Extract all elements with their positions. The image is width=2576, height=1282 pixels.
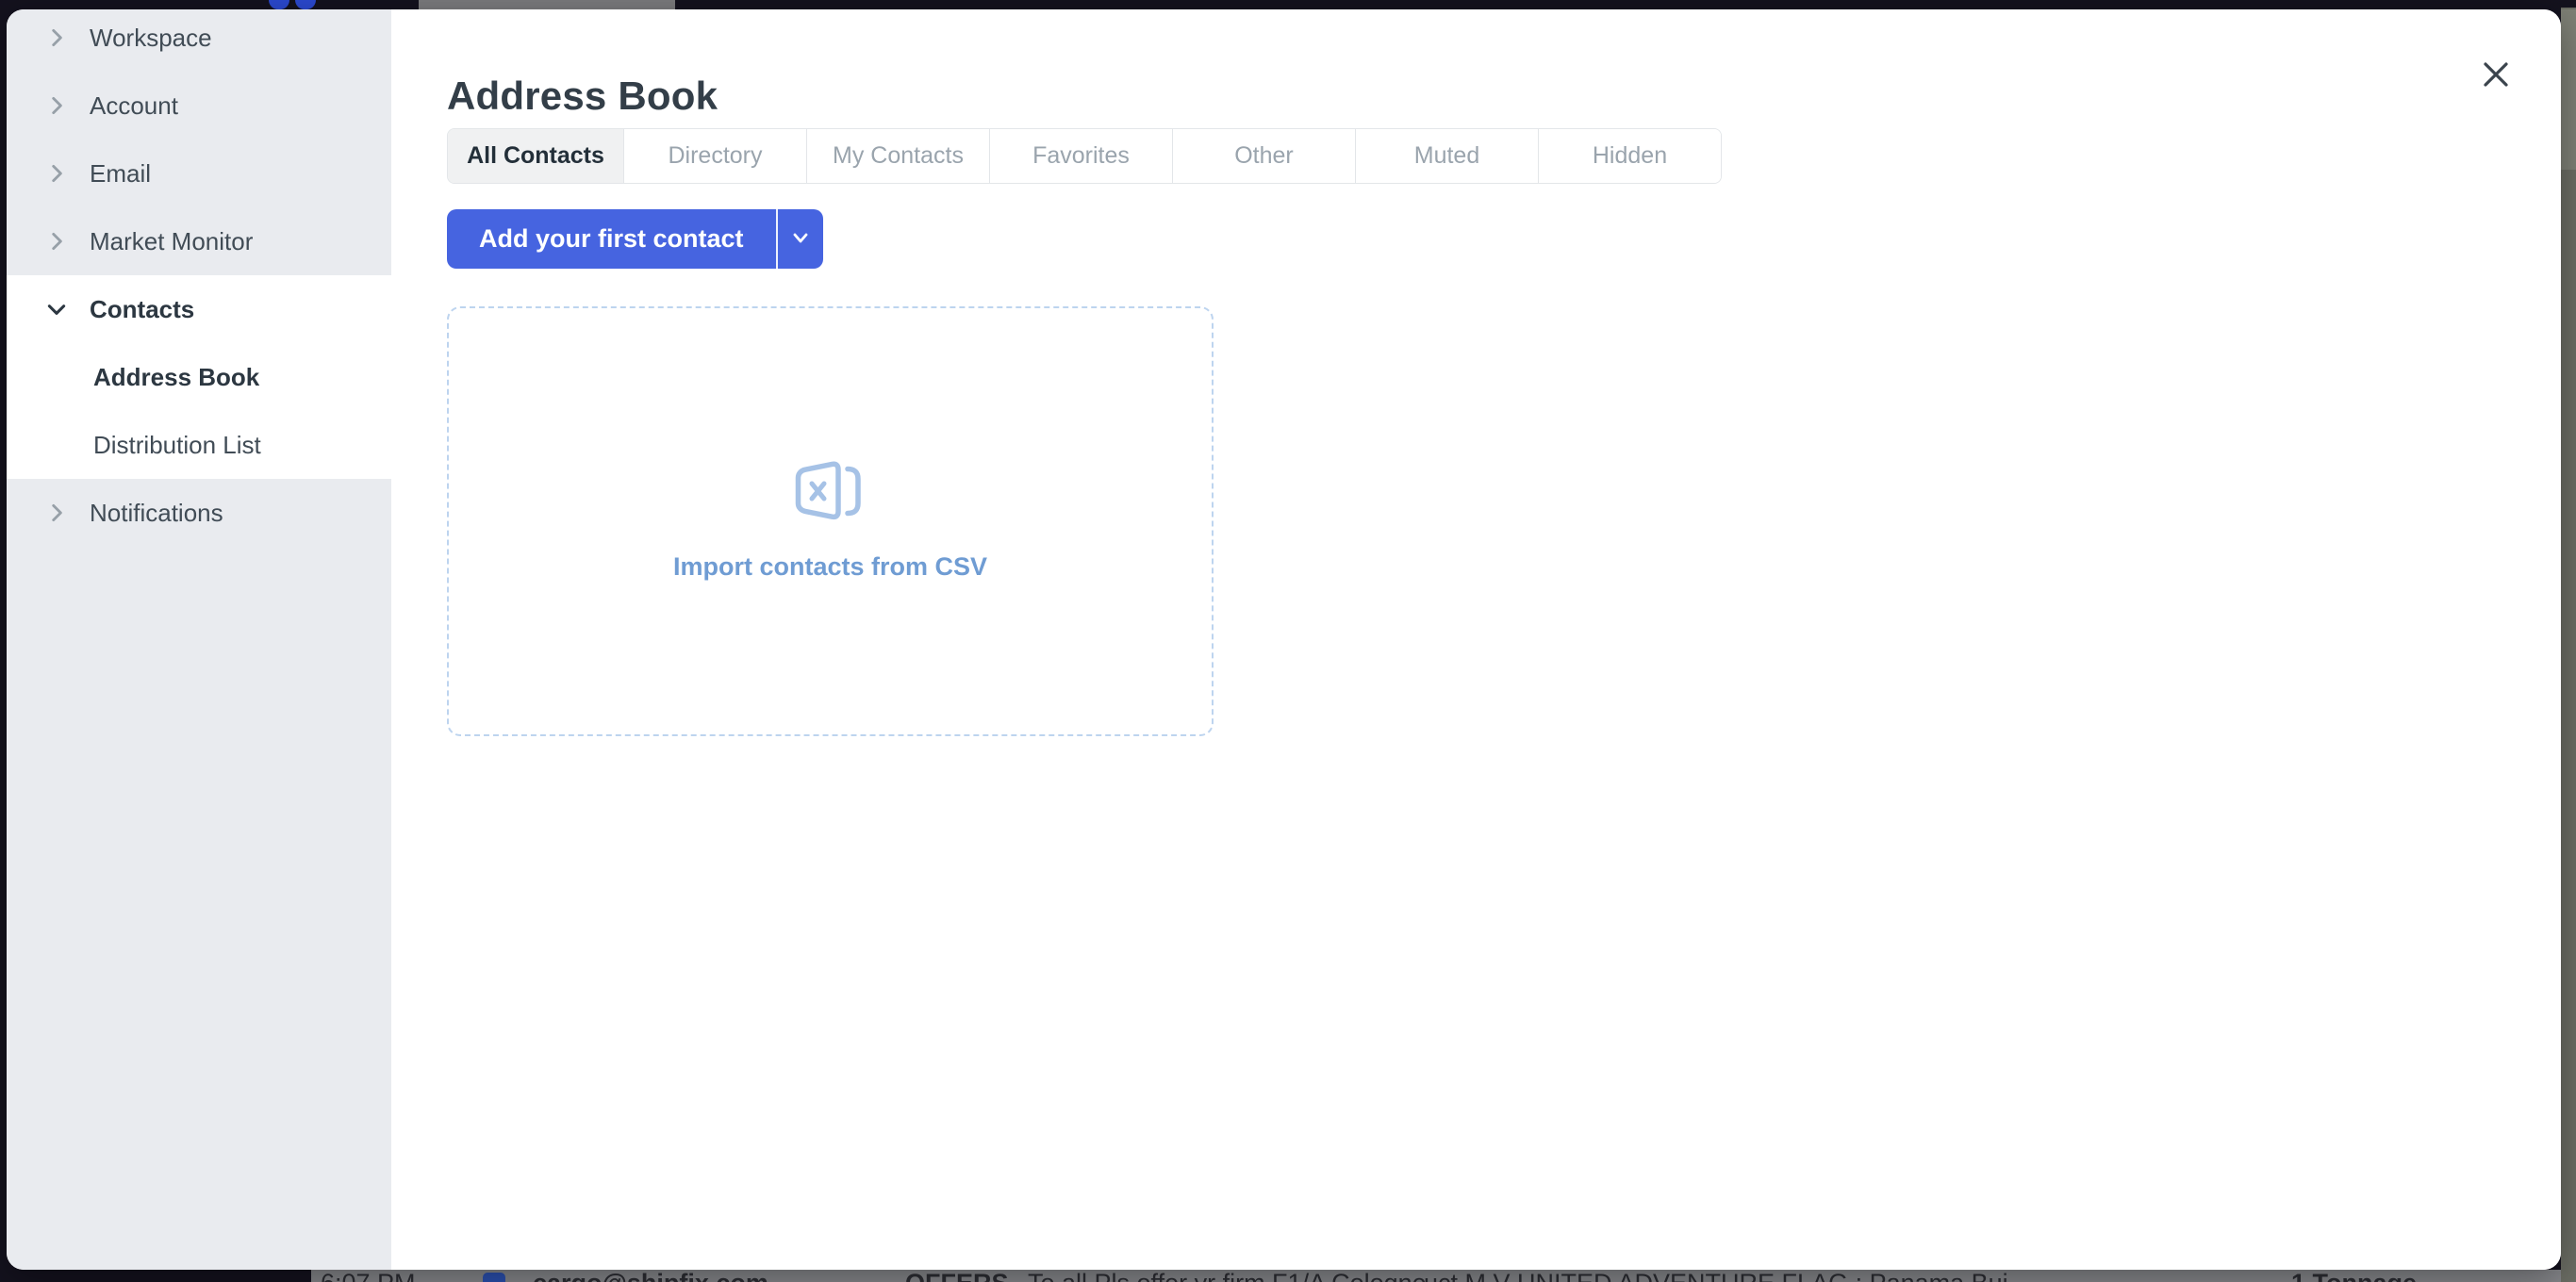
tab-other[interactable]: Other	[1172, 129, 1355, 183]
sidebar-item-label: Email	[90, 159, 151, 189]
sidebar-item-market-monitor[interactable]: Market Monitor	[7, 207, 391, 275]
chevron-down-icon	[788, 225, 813, 253]
sidebar-item-label: Notifications	[90, 499, 223, 528]
sidebar-item-contacts[interactable]: Contacts	[7, 275, 391, 343]
settings-sidebar: Workspace Account Email Market Monitor	[7, 9, 391, 1270]
tab-directory[interactable]: Directory	[623, 129, 806, 183]
chevron-right-icon	[44, 501, 69, 525]
excel-import-icon	[793, 461, 868, 528]
tab-my-contacts[interactable]: My Contacts	[806, 129, 989, 183]
sidebar-item-address-book[interactable]: Address Book	[7, 343, 391, 411]
close-icon	[2480, 58, 2512, 93]
email-sender: cargo@shipfix.com	[533, 1271, 768, 1282]
email-subject-continued: uct M V UNITED ADVENTURE FLAG : Panama B…	[1424, 1271, 2008, 1282]
email-time: 6:07 PM	[321, 1271, 416, 1282]
background-logo-sliver	[269, 0, 316, 9]
chevron-down-icon	[44, 297, 69, 321]
email-tonnage: 1 Tonnage	[2291, 1271, 2417, 1282]
import-csv-label: Import contacts from CSV	[673, 552, 987, 582]
tab-favorites[interactable]: Favorites	[989, 129, 1172, 183]
sidebar-item-label: Address Book	[93, 363, 259, 392]
email-tag: OFFERS	[905, 1271, 1009, 1282]
sidebar-item-label: Contacts	[90, 295, 194, 324]
sidebar-item-label: Market Monitor	[90, 227, 253, 256]
address-book-content: Address Book All Contacts Directory My C…	[391, 9, 2561, 1270]
tab-hidden[interactable]: Hidden	[1538, 129, 1721, 183]
chevron-right-icon	[44, 25, 69, 50]
background-topbar-sliver	[419, 0, 675, 9]
sidebar-item-distribution-list[interactable]: Distribution List	[7, 411, 391, 479]
tab-all-contacts[interactable]: All Contacts	[448, 129, 623, 183]
page-scrollbar[interactable]	[2561, 8, 2576, 1282]
add-first-contact-button[interactable]: Add your first contact	[447, 209, 776, 269]
contacts-filter-tabs: All Contacts Directory My Contacts Favor…	[447, 128, 1722, 184]
import-csv-dropzone[interactable]: Import contacts from CSV	[447, 306, 1214, 736]
sidebar-item-email[interactable]: Email	[7, 140, 391, 207]
sidebar-item-label: Workspace	[90, 24, 212, 53]
scrollbar-thumb[interactable]	[2561, 9, 2576, 170]
sidebar-item-account[interactable]: Account	[7, 72, 391, 140]
background-email-row: 6:07 PM cargo@shipfix.com OFFERS To all …	[311, 1270, 2576, 1282]
page-title: Address Book	[447, 74, 718, 119]
add-contact-button-group: Add your first contact	[447, 209, 823, 269]
sidebar-item-workspace[interactable]: Workspace	[7, 9, 391, 72]
background-email-row-sliver: 6:07 PM cargo@shipfix.com OFFERS To all …	[0, 1270, 2576, 1282]
chevron-right-icon	[44, 161, 69, 186]
sidebar-item-label: Distribution List	[93, 431, 261, 460]
add-contact-dropdown-button[interactable]	[778, 209, 823, 269]
tab-muted[interactable]: Muted	[1355, 129, 1538, 183]
chevron-right-icon	[44, 93, 69, 118]
sender-avatar-icon	[483, 1273, 505, 1282]
chevron-right-icon	[44, 229, 69, 254]
close-button[interactable]	[2477, 57, 2515, 94]
address-book-modal: Workspace Account Email Market Monitor	[7, 9, 2561, 1270]
sidebar-item-label: Account	[90, 91, 178, 121]
email-subject: To all Pls offer yr firm F1/A Cologne	[1028, 1271, 1427, 1282]
sidebar-item-notifications[interactable]: Notifications	[7, 479, 391, 547]
